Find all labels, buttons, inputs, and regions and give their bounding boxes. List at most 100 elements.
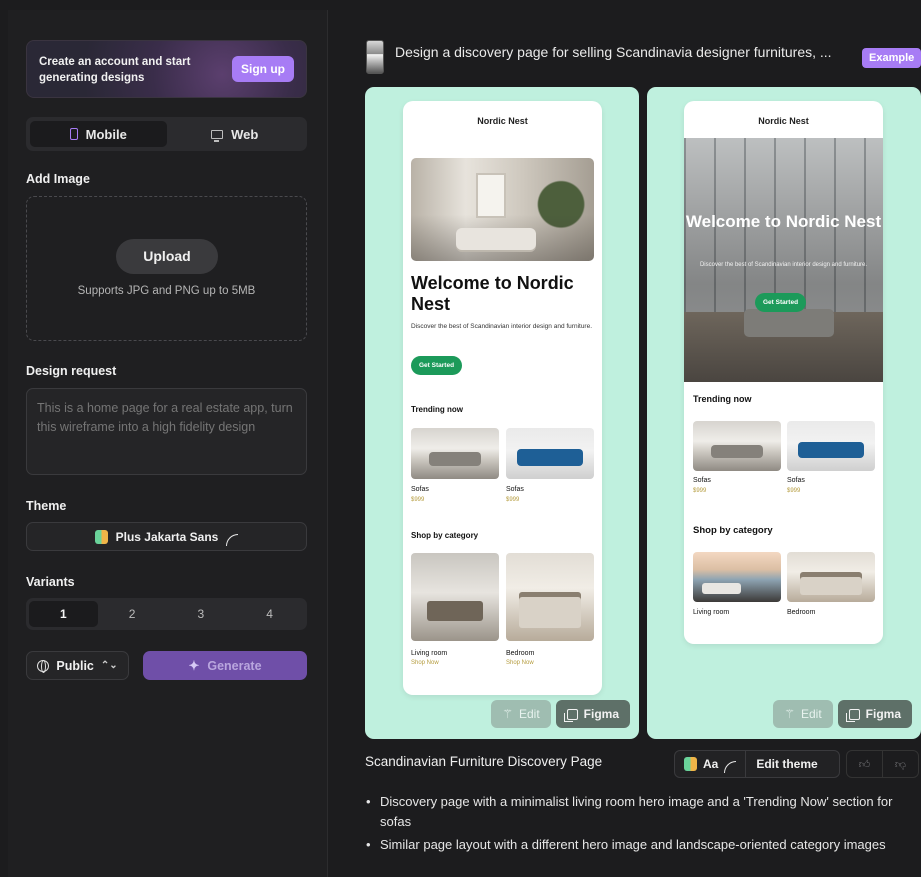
trending-price: $999: [506, 497, 520, 503]
edit-button[interactable]: ⚚ Edit: [773, 700, 833, 728]
variant-option-2[interactable]: 2: [98, 601, 167, 627]
trending-title: Trending now: [693, 394, 752, 404]
trending-image: [506, 428, 594, 479]
signup-button[interactable]: Sign up: [232, 56, 294, 82]
variant-option-3[interactable]: 3: [167, 601, 236, 627]
magic-wand-icon: ⚚: [502, 707, 513, 721]
promo-text: Create an account and start generating d…: [39, 56, 191, 84]
trending-title: Trending now: [411, 405, 463, 414]
category-image: [693, 552, 781, 602]
card-actions-a: ⚚ Edit Figma: [491, 700, 630, 728]
results-panel: Design a discovery page for selling Scan…: [329, 10, 921, 877]
category-link: Shop Now: [506, 660, 534, 666]
category-name: Living room: [411, 650, 448, 657]
edit-theme-button[interactable]: Edit theme: [746, 757, 827, 771]
phone-preview-a: Nordic Nest Welcome to Nordic Nest Disco…: [403, 101, 602, 695]
card-actions-b: ⚚ Edit Figma: [773, 700, 912, 728]
hero-sofa: [744, 309, 834, 337]
list-item: Similar page layout with a different her…: [365, 835, 913, 855]
example-badge: Example: [862, 48, 921, 68]
copy-icon: [845, 708, 860, 722]
variants-selector: 1 2 3 4: [26, 598, 307, 630]
trending-image: [693, 421, 781, 471]
figma-label: Figma: [583, 707, 619, 721]
monitor-icon: [211, 129, 224, 142]
category-name: Living room: [693, 609, 730, 616]
theme-font-name: Plus Jakarta Sans: [115, 529, 219, 544]
category-link: Shop Now: [411, 660, 439, 666]
trending-name: Sofas: [506, 486, 524, 493]
get-started-button: Get Started: [755, 293, 807, 312]
trending-price: $999: [411, 497, 425, 503]
figma-export-button[interactable]: Figma: [555, 700, 630, 728]
thumbs-down-icon[interactable]: 👎︎: [882, 751, 918, 777]
theme-edit-group: Aa Edit theme: [674, 750, 840, 778]
magic-wand-icon: ⚚: [784, 707, 795, 721]
image-dropzone[interactable]: Upload Supports JPG and PNG up to 5MB: [26, 196, 307, 341]
signup-promo-banner: Create an account and start generating d…: [26, 40, 307, 98]
hero-sofa: [456, 228, 536, 250]
theme-short-label: Aa: [703, 757, 719, 771]
request-prompt-text: Design a discovery page for selling Scan…: [395, 44, 832, 60]
category-image: [787, 552, 875, 602]
theme-selector[interactable]: Plus Jakarta Sans: [26, 522, 307, 551]
trending-name: Sofas: [787, 477, 805, 484]
edit-label: Edit: [800, 707, 822, 721]
hero-headline: Welcome to Nordic Nest: [685, 212, 882, 231]
get-started-button: Get Started: [411, 356, 463, 375]
trending-name: Sofas: [693, 477, 711, 484]
globe-icon: [37, 659, 50, 673]
category-image: [506, 553, 594, 641]
corner-radius-icon: [724, 761, 737, 773]
variant-card-b[interactable]: Nordic Nest Welcome to Nordic Nest Disco…: [647, 87, 921, 739]
hero-headline: Welcome to Nordic Nest: [411, 273, 574, 314]
category-image: [411, 553, 499, 641]
theme-label: Theme: [26, 499, 67, 513]
design-request-label: Design request: [26, 364, 117, 378]
request-thumbnail: [366, 40, 384, 74]
category-title: Shop by category: [411, 531, 479, 540]
variants-label: Variants: [26, 575, 75, 589]
copy-icon: [563, 708, 578, 722]
hero-image: Welcome to Nordic Nest Discover the best…: [684, 138, 883, 382]
trending-name: Sofas: [411, 486, 429, 493]
category-name: Bedroom: [506, 650, 535, 657]
list-item: Discovery page with a minimalist living …: [365, 792, 913, 832]
visibility-label: Public: [56, 658, 94, 673]
thumbs-up-icon[interactable]: 👍︎: [847, 751, 882, 777]
generate-button[interactable]: ✦ Generate: [143, 651, 307, 680]
color-swatch-icon: [94, 529, 108, 544]
platform-web-label: Web: [231, 126, 259, 142]
generate-label: Generate: [207, 658, 262, 673]
hero-subtext: Discover the best of Scandinavian interi…: [411, 323, 593, 330]
chevron-updown-icon: ⌃⌄: [100, 660, 118, 671]
variant-option-1[interactable]: 1: [29, 601, 98, 627]
platform-mobile-label: Mobile: [85, 126, 127, 142]
platform-mobile-tab[interactable]: Mobile: [30, 121, 167, 147]
variant-option-4[interactable]: 4: [235, 601, 304, 627]
figma-export-button[interactable]: Figma: [837, 700, 912, 728]
theme-preview-button[interactable]: Aa: [675, 751, 747, 777]
edit-label: Edit: [518, 707, 540, 721]
design-request-input[interactable]: [26, 388, 307, 475]
category-title: Shop by category: [693, 525, 773, 536]
figma-label: Figma: [865, 707, 901, 721]
trending-image: [411, 428, 499, 479]
platform-web-tab[interactable]: Web: [167, 121, 304, 147]
upload-hint: Supports JPG and PNG up to 5MB: [77, 285, 256, 297]
variant-card-a[interactable]: Nordic Nest Welcome to Nordic Nest Disco…: [365, 87, 639, 739]
app-root: Create an account and start generating d…: [0, 0, 921, 877]
edit-button[interactable]: ⚚ Edit: [491, 700, 551, 728]
hero-subtext: Discover the best of Scandinavian interi…: [699, 262, 868, 268]
result-description-list: Discovery page with a minimalist living …: [365, 792, 913, 858]
hero-window: [476, 173, 506, 218]
brand-name: Nordic Nest: [477, 116, 528, 126]
feedback-buttons: 👍︎ 👎︎: [846, 750, 919, 778]
sparkle-icon: ✦: [188, 657, 200, 673]
color-swatch-icon: [684, 757, 697, 771]
corner-radius-icon: [226, 533, 239, 546]
sidebar: Create an account and start generating d…: [8, 10, 328, 877]
trending-price: $999: [693, 488, 707, 494]
visibility-select[interactable]: Public ⌃⌄: [26, 651, 129, 680]
upload-button[interactable]: Upload: [116, 239, 218, 274]
